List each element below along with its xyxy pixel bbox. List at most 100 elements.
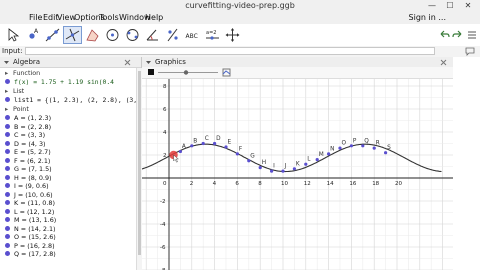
category-point[interactable]: ▸ Point xyxy=(5,105,29,113)
close-button[interactable]: ✕ xyxy=(460,0,476,10)
collapse-arrow-icon[interactable] xyxy=(3,59,10,66)
x-tick-label: 20 xyxy=(395,181,402,187)
y-tick-label: -6 xyxy=(160,245,166,251)
data-point[interactable] xyxy=(338,146,342,150)
category-list[interactable]: ▸ List xyxy=(5,87,24,95)
function-curve[interactable] xyxy=(142,143,442,173)
visibility-dot-icon[interactable] xyxy=(5,234,10,239)
reflect-tool-button[interactable] xyxy=(163,26,182,44)
graphics-view[interactable]: Graphics 024681012141618208642-2-4-6-8AB… xyxy=(142,57,453,270)
close-view-icon[interactable] xyxy=(440,59,447,66)
undo-icon[interactable] xyxy=(438,29,450,41)
graph-options-icon[interactable] xyxy=(222,68,231,77)
reflect-icon xyxy=(167,28,178,42)
algebra-header: Algebra xyxy=(0,57,141,68)
color-swatch[interactable] xyxy=(148,69,154,75)
data-point[interactable] xyxy=(372,146,376,150)
y-tick-label: -4 xyxy=(160,222,166,228)
data-point[interactable] xyxy=(349,144,353,148)
coordinate-plane[interactable]: 024681012141618208642-2-4-6-8ABCDEFGHIJK… xyxy=(142,79,453,270)
visibility-dot-icon[interactable] xyxy=(5,174,10,180)
visibility-dot-icon[interactable] xyxy=(5,115,10,120)
window-title: curvefitting-video-prep.ggb xyxy=(185,1,295,10)
data-point[interactable] xyxy=(258,166,262,170)
circle-tool-button[interactable] xyxy=(103,26,122,44)
visibility-dot-icon[interactable] xyxy=(5,157,10,163)
data-point[interactable] xyxy=(304,162,308,166)
ellipse-tool-button[interactable] xyxy=(123,26,142,44)
input-help-icon[interactable] xyxy=(465,47,475,56)
data-point[interactable] xyxy=(281,169,285,173)
redo-icon[interactable] xyxy=(452,29,464,41)
visibility-dot-icon[interactable] xyxy=(5,123,10,129)
data-point[interactable] xyxy=(361,144,365,148)
text-icon: ABC xyxy=(186,33,198,40)
data-point[interactable] xyxy=(201,141,205,146)
point-label: E xyxy=(228,139,232,145)
move-view-icon xyxy=(225,28,240,42)
visibility-dot-icon[interactable] xyxy=(5,132,10,137)
menu-icon[interactable] xyxy=(466,29,478,41)
point-label: A xyxy=(182,144,186,150)
visibility-dot-icon[interactable] xyxy=(5,166,10,171)
input-field[interactable] xyxy=(25,47,435,55)
data-point[interactable] xyxy=(384,151,388,155)
visibility-dot-icon[interactable] xyxy=(5,140,10,146)
pointer-icon xyxy=(8,28,20,42)
data-point[interactable] xyxy=(292,167,296,171)
slider-tool-button[interactable]: a=2 xyxy=(203,26,222,44)
visibility-dot-icon[interactable] xyxy=(5,225,10,231)
line-tool-button[interactable] xyxy=(43,26,62,44)
x-tick-label: 2 xyxy=(190,181,194,187)
data-point[interactable] xyxy=(178,149,182,154)
menu-file[interactable]: File xyxy=(29,13,42,22)
sign-in-link[interactable]: Sign in ... xyxy=(409,13,446,22)
visibility-dot-icon[interactable] xyxy=(5,208,10,214)
data-point[interactable] xyxy=(213,141,217,146)
visibility-dot-icon[interactable] xyxy=(5,200,10,205)
close-view-icon[interactable] xyxy=(124,59,131,66)
svg-text:A: A xyxy=(34,28,39,35)
perpendicular-tool-button[interactable] xyxy=(63,26,82,44)
visibility-dot-icon[interactable] xyxy=(5,251,10,256)
menu-bar: File Edit View Options Tools Window Help… xyxy=(0,12,480,24)
collapse-arrow-icon[interactable] xyxy=(145,59,152,66)
point-tool-button[interactable]: A xyxy=(23,26,42,44)
slider-tool-label: a=2 xyxy=(206,30,216,36)
x-tick-label: 12 xyxy=(304,181,311,187)
move-tool-button[interactable] xyxy=(3,26,22,44)
data-point[interactable] xyxy=(190,144,194,148)
data-point[interactable] xyxy=(327,152,331,156)
maximize-button[interactable]: ☐ xyxy=(442,0,458,10)
visibility-dot-icon[interactable] xyxy=(5,97,10,102)
line-style-slider[interactable] xyxy=(158,69,218,76)
minimize-button[interactable]: — xyxy=(424,0,440,10)
x-tick-label: 4 xyxy=(213,181,217,187)
polygon-tool-button[interactable] xyxy=(83,26,102,44)
circle-icon xyxy=(106,29,119,41)
data-point[interactable] xyxy=(270,169,274,173)
data-point[interactable] xyxy=(315,158,319,162)
expand-icon: ▸ xyxy=(5,87,9,95)
angle-tool-button[interactable] xyxy=(143,26,162,44)
text-tool-button[interactable]: ABC xyxy=(183,26,202,44)
visibility-dot-icon[interactable] xyxy=(5,242,10,248)
data-point[interactable] xyxy=(235,152,239,156)
data-point[interactable] xyxy=(224,145,228,149)
menu-tools[interactable]: Tools xyxy=(99,13,119,22)
style-bar xyxy=(142,67,453,79)
expand-icon: ▸ xyxy=(5,69,9,77)
visibility-dot-icon[interactable] xyxy=(5,149,10,154)
move-view-tool-button[interactable] xyxy=(223,26,242,44)
point-label: F xyxy=(239,146,242,152)
category-function[interactable]: ▸ Function xyxy=(5,69,40,77)
visibility-dot-icon[interactable] xyxy=(5,191,10,197)
algebra-title: Algebra xyxy=(13,58,41,66)
menu-help[interactable]: Help xyxy=(145,13,163,22)
visibility-dot-icon[interactable] xyxy=(5,183,10,188)
data-point[interactable] xyxy=(247,159,251,163)
visibility-dot-icon[interactable] xyxy=(5,217,10,222)
y-tick-label: 8 xyxy=(163,84,167,90)
scrollbar-thumb[interactable] xyxy=(138,71,141,255)
visibility-dot-icon[interactable] xyxy=(5,79,10,84)
